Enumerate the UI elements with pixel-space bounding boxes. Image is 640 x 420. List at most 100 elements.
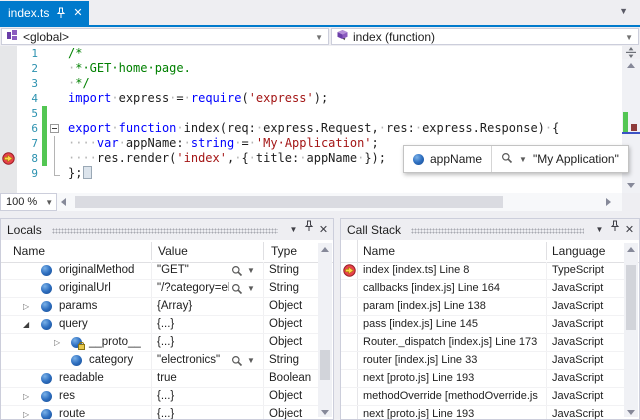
breakpoint-cell[interactable]: [0, 106, 17, 121]
line-number: 5: [17, 106, 38, 121]
pin-icon[interactable]: [607, 220, 622, 240]
window-position-chevron-icon[interactable]: ▼: [286, 220, 301, 240]
close-icon[interactable]: ✕: [316, 220, 331, 240]
locals-title-bar[interactable]: Locals ▼ ✕: [1, 219, 333, 240]
scroll-left-arrow[interactable]: [61, 198, 66, 206]
outline-collapse-box[interactable]: [50, 124, 59, 133]
locals-row[interactable]: ▷route{...}Object: [1, 406, 318, 419]
outline-margin[interactable]: [47, 76, 63, 91]
pin-icon[interactable]: [56, 7, 66, 19]
callstack-row[interactable]: param [index.js] Line 138JavaScript: [341, 298, 624, 316]
scroll-up-arrow[interactable]: [318, 243, 332, 255]
code-text[interactable]: ·*/: [63, 76, 90, 91]
scope-dropdown[interactable]: <global> ▼: [1, 28, 329, 45]
editor-zoom-control[interactable]: 100 % ▼: [0, 193, 57, 211]
column-divider[interactable]: [546, 242, 547, 260]
locals-scrollbar[interactable]: [318, 243, 332, 417]
breakpoint-cell[interactable]: [0, 46, 17, 61]
breakpoint-cell[interactable]: [0, 76, 17, 91]
code-text[interactable]: export·function·index(req:·express.Reque…: [63, 121, 559, 136]
callstack-row[interactable]: next [proto.js] Line 193JavaScript: [341, 406, 624, 419]
member-dropdown[interactable]: index (function) ▼: [331, 28, 639, 45]
breakpoint-cell[interactable]: [0, 91, 17, 106]
column-header-name[interactable]: Name: [13, 244, 45, 258]
scroll-thumb[interactable]: [320, 350, 330, 380]
expand-triangle-icon[interactable]: ▷: [23, 388, 29, 405]
breakpoint-cell[interactable]: [0, 121, 17, 136]
expand-triangle-icon[interactable]: ▷: [54, 334, 60, 351]
expand-triangle-icon[interactable]: ▷: [23, 406, 29, 419]
chevron-down-icon[interactable]: ▼: [247, 352, 255, 369]
callstack-row[interactable]: index [index.ts] Line 8TypeScript: [341, 262, 624, 280]
outline-margin[interactable]: [47, 166, 63, 181]
zoom-value: 100 %: [6, 196, 37, 208]
outline-margin[interactable]: [47, 151, 63, 166]
scroll-down-arrow[interactable]: [622, 179, 640, 191]
chevron-down-icon[interactable]: ▼: [519, 155, 527, 164]
callstack-row[interactable]: Router._dispatch [index.js] Line 173Java…: [341, 334, 624, 352]
outline-margin[interactable]: [47, 46, 63, 61]
locals-row[interactable]: ▷res{...}Object: [1, 388, 318, 406]
column-header-value[interactable]: Value: [158, 244, 188, 258]
chevron-down-icon[interactable]: ▼: [247, 262, 255, 279]
scroll-down-arrow[interactable]: [624, 410, 638, 415]
outline-margin[interactable]: [47, 136, 63, 151]
locals-row[interactable]: originalUrl"/?category=electronics"▼Stri…: [1, 280, 318, 298]
collapse-triangle-icon[interactable]: ◢: [23, 316, 29, 333]
callstack-grid-header[interactable]: Name Language: [341, 240, 639, 263]
breakpoint-cell[interactable]: [0, 166, 17, 181]
code-text[interactable]: import·express·=·require('express');: [63, 91, 328, 106]
close-icon[interactable]: ✕: [622, 220, 637, 240]
column-header-type[interactable]: Type: [271, 244, 297, 258]
locals-row[interactable]: ▷params{Array}Object: [1, 298, 318, 316]
breakpoint-cell[interactable]: [0, 61, 17, 76]
locals-row[interactable]: category"electronics"▼String: [1, 352, 318, 370]
tab-overflow-chevron-down-icon[interactable]: ▼: [619, 6, 628, 16]
breakpoint-cell[interactable]: [0, 136, 17, 151]
locals-title: Locals: [7, 223, 42, 237]
tab-index-ts[interactable]: index.ts ✕: [0, 1, 89, 25]
code-text[interactable]: /*: [63, 46, 82, 61]
outline-margin[interactable]: [47, 91, 63, 106]
scroll-right-arrow[interactable]: [606, 198, 611, 206]
expand-triangle-icon[interactable]: ▷: [23, 298, 29, 315]
pin-icon[interactable]: [301, 220, 316, 240]
code-text[interactable]: };: [63, 166, 92, 181]
locals-row[interactable]: readabletrueBoolean: [1, 370, 318, 388]
callstack-row[interactable]: methodOverride [methodOverride.jsJavaScr…: [341, 388, 624, 406]
callstack-row[interactable]: pass [index.js] Line 145JavaScript: [341, 316, 624, 334]
outline-margin[interactable]: [47, 121, 63, 136]
chevron-down-icon[interactable]: ▼: [247, 280, 255, 297]
horizontal-scroll-thumb[interactable]: [75, 196, 503, 208]
callstack-row[interactable]: callbacks [index.js] Line 164JavaScript: [341, 280, 624, 298]
scroll-up-arrow[interactable]: [622, 59, 640, 71]
editor-horizontal-scrollbar[interactable]: 100 % ▼: [0, 193, 622, 211]
close-icon[interactable]: ✕: [73, 8, 82, 19]
outline-margin[interactable]: [47, 61, 63, 76]
window-position-chevron-icon[interactable]: ▼: [592, 220, 607, 240]
column-divider[interactable]: [263, 242, 264, 260]
locals-row[interactable]: ◢query{...}Object: [1, 316, 318, 334]
breakpoint-cell[interactable]: [0, 151, 17, 166]
scroll-thumb[interactable]: [626, 265, 636, 330]
column-header-name[interactable]: Name: [363, 244, 395, 258]
locals-grid-header[interactable]: Name Value Type: [1, 240, 333, 263]
callstack-row[interactable]: next [proto.js] Line 193JavaScript: [341, 370, 624, 388]
callstack-title-bar[interactable]: Call Stack ▼ ✕: [341, 219, 639, 240]
magnifier-icon[interactable]: [501, 152, 513, 167]
scroll-down-arrow[interactable]: [318, 410, 332, 415]
callstack-row[interactable]: router [index.js] Line 33JavaScript: [341, 352, 624, 370]
splitter-grip-icon[interactable]: [622, 46, 640, 59]
code-text[interactable]: ·*·GET·home·page.: [63, 61, 191, 76]
datatip-variable-name: appName: [430, 152, 482, 166]
locals-row[interactable]: ▷__proto__{...}Object: [1, 334, 318, 352]
scroll-up-arrow[interactable]: [624, 243, 638, 255]
callstack-scrollbar[interactable]: [624, 243, 638, 417]
locals-row[interactable]: originalMethod"GET"▼String: [1, 262, 318, 280]
outline-margin[interactable]: [47, 106, 63, 121]
code-text[interactable]: ····var·appName:·string·=·'My·Applicatio…: [63, 136, 379, 151]
column-divider[interactable]: [151, 242, 152, 260]
code-text[interactable]: ····res.render('index',·{·title:·appName…: [63, 151, 386, 166]
column-header-language[interactable]: Language: [552, 244, 605, 258]
code-text[interactable]: [63, 106, 68, 121]
